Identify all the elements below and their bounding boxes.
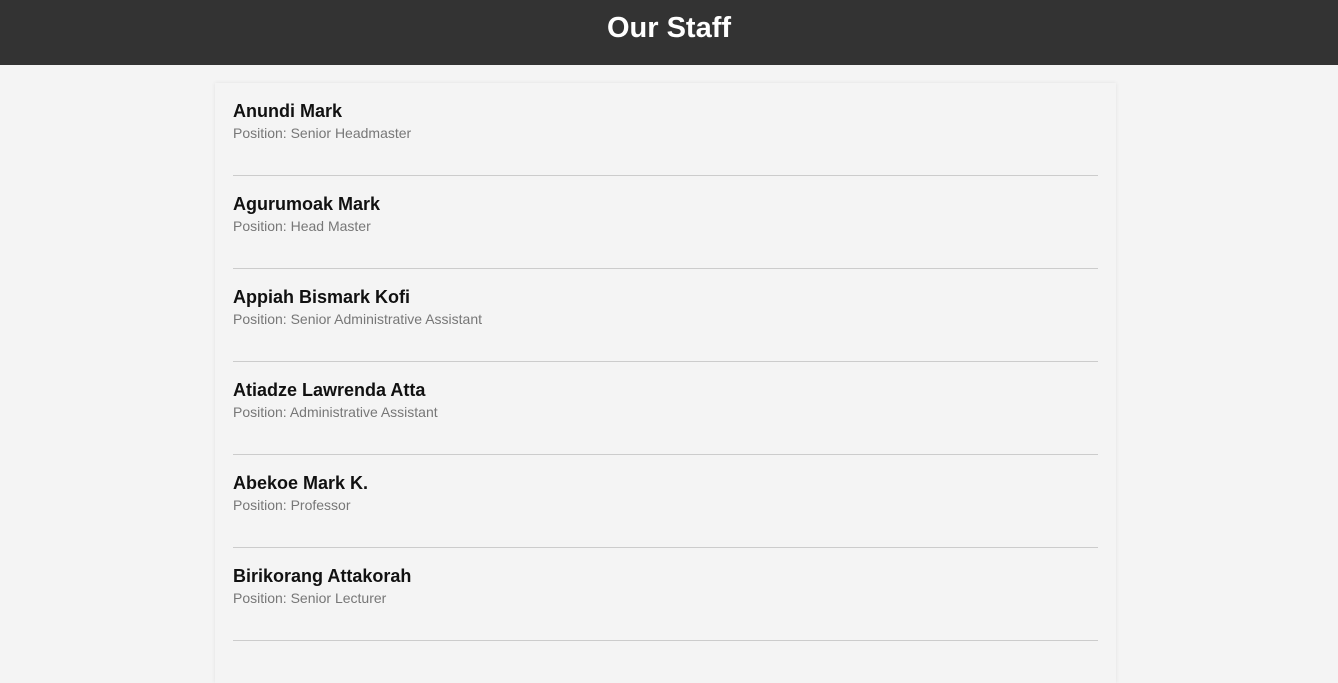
staff-position: Position: Senior Administrative Assistan… [233, 311, 483, 327]
staff-panel: Anundi Mark Position: Senior Headmaster … [215, 83, 1116, 683]
staff-name: Anundi Mark [233, 101, 343, 121]
staff-list-item: Abekoe Mark K. Position: Professor [233, 455, 1098, 548]
page-header: Our Staff [0, 0, 1338, 65]
staff-position: Position: Administrative Assistant [233, 404, 438, 420]
staff-list-item: Atiadze Lawrenda Atta Position: Administ… [233, 362, 1098, 455]
staff-list-item: Birikorang Attakorah Position: Senior Le… [233, 548, 1098, 641]
staff-name: Abekoe Mark K. [233, 473, 369, 493]
staff-position: Position: Head Master [233, 218, 371, 234]
staff-position: Position: Senior Lecturer [233, 590, 387, 606]
staff-list: Anundi Mark Position: Senior Headmaster … [215, 83, 1116, 641]
staff-name: Atiadze Lawrenda Atta [233, 380, 426, 400]
page-title: Our Staff [606, 12, 732, 44]
staff-list-item: Appiah Bismark Kofi Position: Senior Adm… [233, 269, 1098, 362]
staff-list-item: Anundi Mark Position: Senior Headmaster [233, 83, 1098, 176]
staff-position: Position: Professor [233, 497, 351, 513]
staff-name: Birikorang Attakorah [233, 566, 412, 586]
staff-name: Appiah Bismark Kofi [233, 287, 411, 307]
staff-list-item: Agurumoak Mark Position: Head Master [233, 176, 1098, 269]
staff-name: Agurumoak Mark [233, 194, 381, 214]
staff-position: Position: Senior Headmaster [233, 125, 412, 141]
